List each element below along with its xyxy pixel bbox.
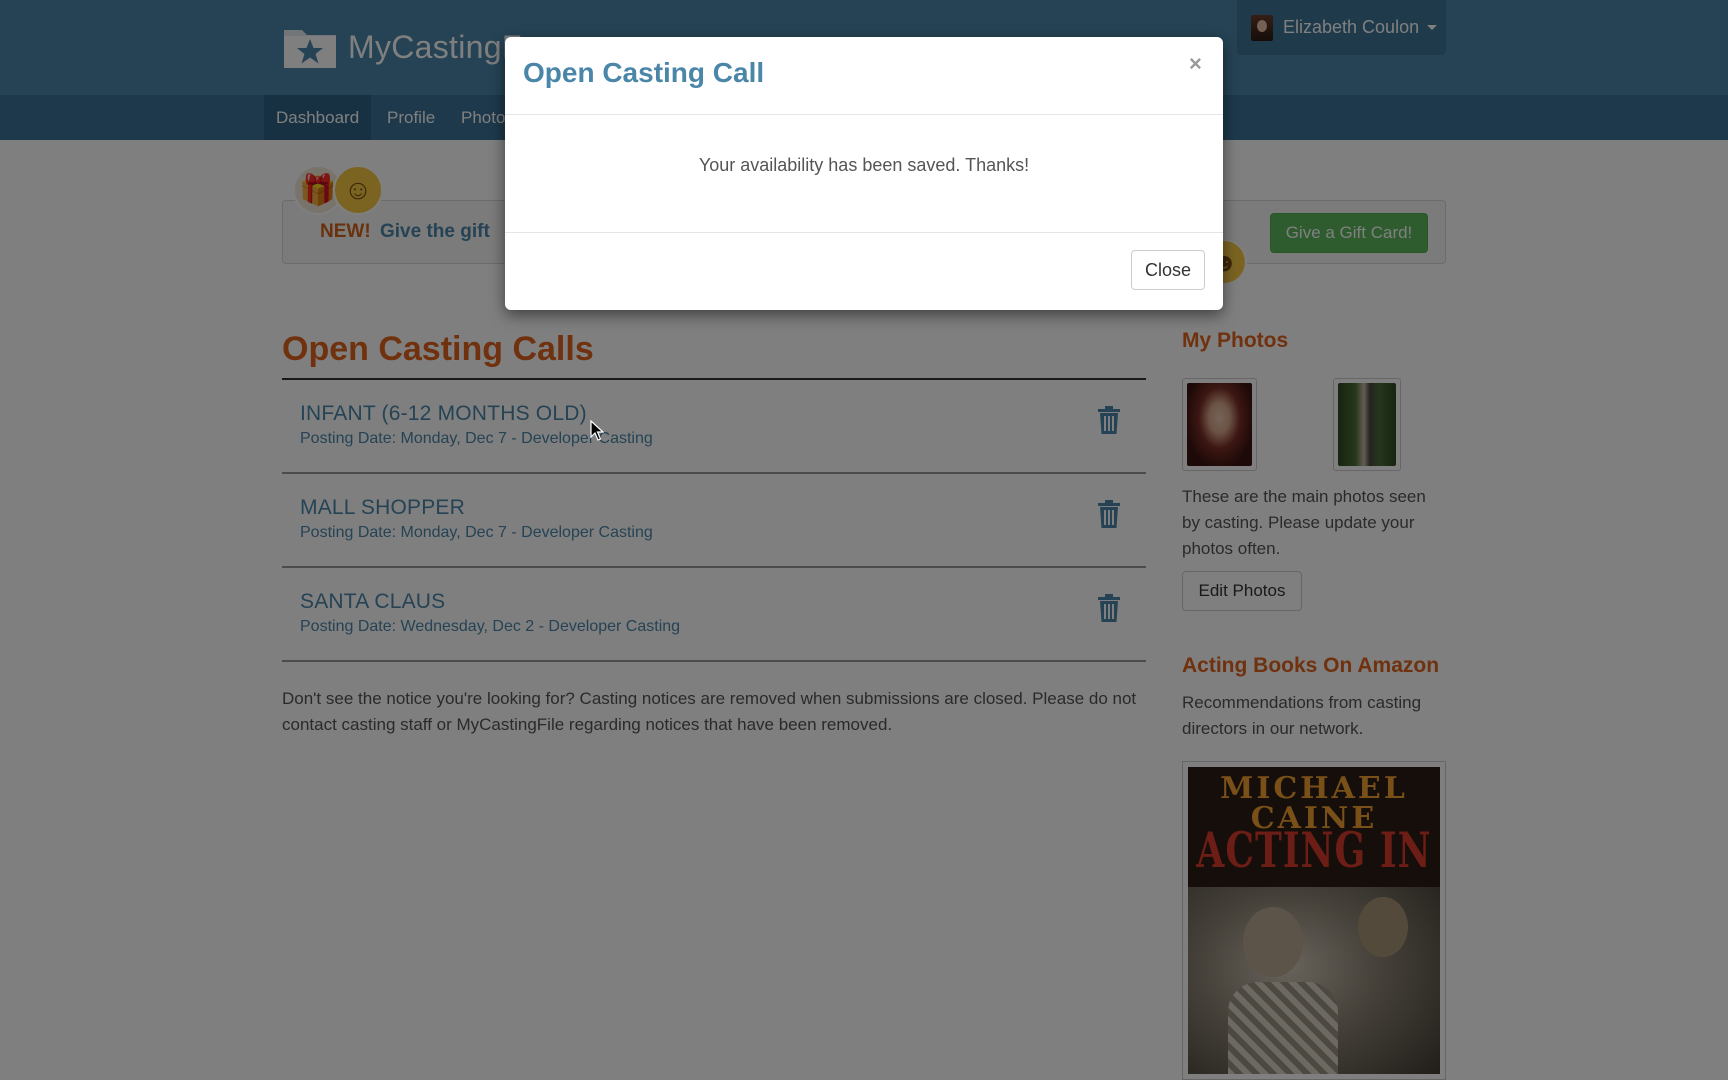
modal-body: Your availability has been saved. Thanks… [505, 115, 1223, 233]
modal-message: Your availability has been saved. Thanks… [698, 155, 1030, 175]
modal-header: Open Casting Call × [505, 37, 1223, 115]
close-button[interactable]: Close [1131, 250, 1205, 290]
casting-call-modal: Open Casting Call × Your availability ha… [505, 37, 1223, 310]
close-icon[interactable]: × [1189, 51, 1202, 77]
modal-title: Open Casting Call [523, 57, 765, 88]
modal-footer: Close [505, 233, 1223, 310]
mouse-pointer-icon [590, 420, 604, 441]
